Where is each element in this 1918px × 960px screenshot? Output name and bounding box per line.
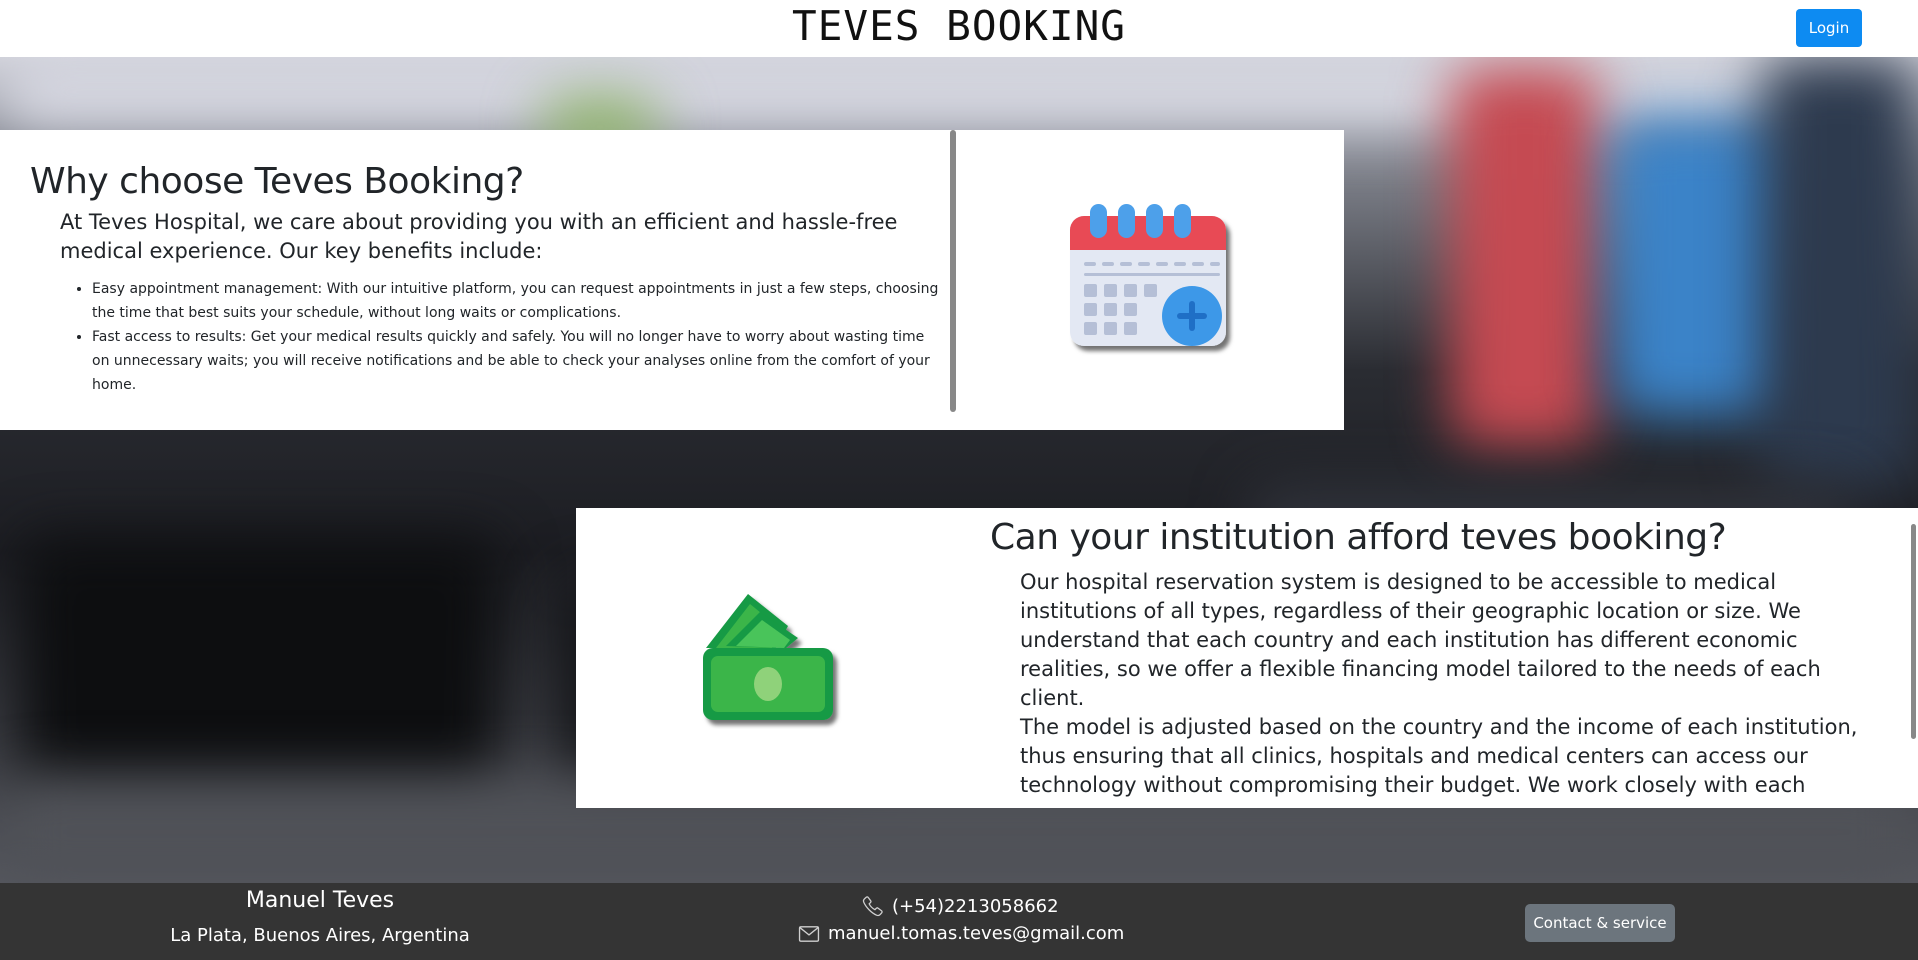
benefits-list: Easy appointment management: With our in… <box>92 277 942 397</box>
money-icon <box>703 594 833 720</box>
footer-phone: (+54)2213058662 <box>862 895 1059 917</box>
afford-section: Can your institution afford teves bookin… <box>576 508 1918 808</box>
calendar-image <box>956 130 1344 430</box>
login-button[interactable]: Login <box>1796 9 1862 47</box>
why-choose-intro: At Teves Hospital, we care about providi… <box>60 210 898 263</box>
footer-name: Manuel Teves <box>245 888 395 913</box>
why-choose-text: Why choose Teves Booking? At Teves Hospi… <box>0 130 950 430</box>
footer-email: manuel.tomas.teves@gmail.com <box>798 923 1124 944</box>
mail-icon <box>798 925 820 942</box>
phone-icon <box>862 896 883 917</box>
benefit-item: Fast access to results: Get your medical… <box>92 325 942 397</box>
footer-email-text: manuel.tomas.teves@gmail.com <box>828 923 1125 944</box>
why-choose-title: Why choose Teves Booking? <box>30 161 524 202</box>
brand-title: TEVES BOOKING <box>792 2 1126 50</box>
afford-paragraph: The model is adjusted based on the count… <box>1020 715 1858 797</box>
footer-location: La Plata, Buenos Aires, Argentina <box>170 925 470 946</box>
top-navbar: TEVES BOOKING Login <box>0 0 1918 57</box>
afford-scrollbar[interactable] <box>1911 524 1916 739</box>
afford-body: Our hospital reservation system is desig… <box>1020 568 1890 800</box>
footer-phone-text: (+54)2213058662 <box>892 895 1059 917</box>
footer: Manuel Teves La Plata, Buenos Aires, Arg… <box>0 883 1918 960</box>
money-image <box>576 508 966 808</box>
why-choose-section: Why choose Teves Booking? At Teves Hospi… <box>0 130 1344 430</box>
afford-title: Can your institution afford teves bookin… <box>990 517 1727 558</box>
calendar-add-icon <box>1070 204 1226 346</box>
contact-service-button[interactable]: Contact & service <box>1525 904 1675 942</box>
benefit-item: Easy appointment management: With our in… <box>92 277 942 325</box>
afford-text: Can your institution afford teves bookin… <box>990 516 1890 800</box>
afford-paragraph: Our hospital reservation system is desig… <box>1020 570 1821 710</box>
